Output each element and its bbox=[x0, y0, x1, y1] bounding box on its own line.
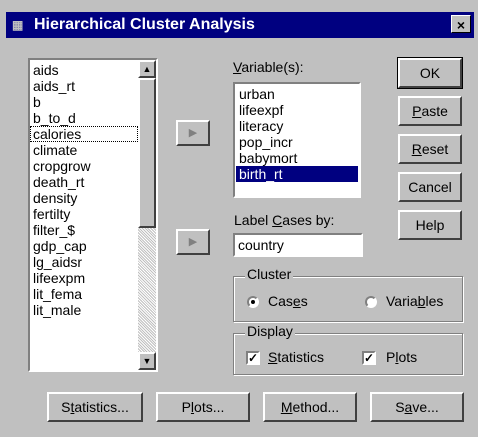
paste-button[interactable]: Paste bbox=[398, 96, 462, 126]
statistics-button[interactable]: Statistics... bbox=[47, 392, 143, 422]
ok-button[interactable]: OK bbox=[397, 57, 463, 89]
right-arrow-icon: ▶ bbox=[188, 127, 198, 139]
label-cases-label: Label Cases by: bbox=[234, 212, 335, 228]
cluster-cases-radio[interactable] bbox=[247, 296, 259, 308]
move-to-variables-button[interactable]: ▶ bbox=[176, 120, 210, 146]
scroll-up-button[interactable]: ▲ bbox=[138, 60, 156, 78]
list-item[interactable]: filter_$ bbox=[30, 222, 138, 238]
list-item[interactable]: urban bbox=[236, 86, 358, 102]
variables-list[interactable]: urban lifeexpf literacy pop_incr babymort bir… bbox=[233, 82, 361, 198]
list-item[interactable]: aids bbox=[30, 62, 138, 78]
label-cases-field[interactable]: country bbox=[233, 233, 363, 257]
list-item[interactable]: cropgrow bbox=[30, 158, 138, 174]
list-item[interactable]: death_rt bbox=[30, 174, 138, 190]
cancel-button[interactable]: Cancel bbox=[398, 172, 462, 202]
list-item[interactable]: birth_rt bbox=[236, 166, 358, 182]
title-bar: ▦ Hierarchical Cluster Analysis × bbox=[6, 12, 474, 38]
display-plots-checkbox[interactable]: ✓ bbox=[362, 351, 376, 365]
save-button[interactable]: Save... bbox=[370, 392, 464, 422]
list-item[interactable]: pop_incr bbox=[236, 134, 358, 150]
display-statistics-checkbox[interactable]: ✓ bbox=[246, 351, 260, 365]
hierarchical-cluster-dialog: ▦ Hierarchical Cluster Analysis × aids ai… bbox=[0, 0, 478, 437]
list-item[interactable]: climate bbox=[30, 142, 138, 158]
cluster-cases-label[interactable]: Cases bbox=[268, 293, 308, 309]
source-variable-list[interactable]: aids aids_rt b b_to_d calories climate cropgro… bbox=[28, 58, 158, 372]
list-item[interactable]: literacy bbox=[236, 118, 358, 134]
list-item[interactable]: babymort bbox=[236, 150, 358, 166]
variables-label: Variable(s): bbox=[233, 59, 304, 75]
help-button[interactable]: Help bbox=[398, 210, 462, 240]
plots-button[interactable]: Plots... bbox=[156, 392, 250, 422]
display-plots-label[interactable]: Plots bbox=[386, 349, 417, 365]
cluster-group-title: Cluster bbox=[245, 266, 294, 282]
list-item[interactable]: lit_fema bbox=[30, 286, 138, 302]
source-list-scrollbar[interactable]: ▲ ▼ bbox=[138, 60, 156, 370]
radio-selected-dot bbox=[251, 300, 255, 304]
list-item[interactable]: lit_male bbox=[30, 302, 138, 318]
method-button[interactable]: Method... bbox=[263, 392, 357, 422]
list-item[interactable]: lg_aidsr bbox=[30, 254, 138, 270]
list-item[interactable]: aids_rt bbox=[30, 78, 138, 94]
list-item[interactable]: b bbox=[30, 94, 138, 110]
list-item[interactable]: calories bbox=[30, 126, 138, 142]
scroll-thumb[interactable] bbox=[138, 78, 156, 228]
close-button[interactable]: × bbox=[451, 15, 471, 33]
list-item[interactable]: lifeexpf bbox=[236, 102, 358, 118]
move-to-label-cases-button[interactable]: ▶ bbox=[176, 229, 210, 255]
cluster-variables-radio[interactable] bbox=[365, 296, 377, 308]
list-item[interactable]: lifeexpm bbox=[30, 270, 138, 286]
scroll-down-button[interactable]: ▼ bbox=[138, 352, 156, 370]
display-group-title: Display bbox=[245, 323, 295, 339]
reset-button[interactable]: Reset bbox=[398, 134, 462, 164]
variables-list-items: urban lifeexpf literacy pop_incr babymort bir… bbox=[236, 86, 358, 182]
display-statistics-label[interactable]: Statistics bbox=[268, 349, 324, 365]
list-item[interactable]: density bbox=[30, 190, 138, 206]
cluster-variables-label[interactable]: Variables bbox=[386, 293, 443, 309]
source-list-items: aids aids_rt b b_to_d calories climate cropgro… bbox=[30, 62, 138, 318]
app-icon: ▦ bbox=[12, 18, 24, 32]
list-item[interactable]: gdp_cap bbox=[30, 238, 138, 254]
scroll-track[interactable] bbox=[138, 228, 156, 352]
right-arrow-icon: ▶ bbox=[188, 236, 198, 248]
list-item[interactable]: fertilty bbox=[30, 206, 138, 222]
window-title: Hierarchical Cluster Analysis bbox=[34, 16, 255, 33]
list-item[interactable]: b_to_d bbox=[30, 110, 138, 126]
